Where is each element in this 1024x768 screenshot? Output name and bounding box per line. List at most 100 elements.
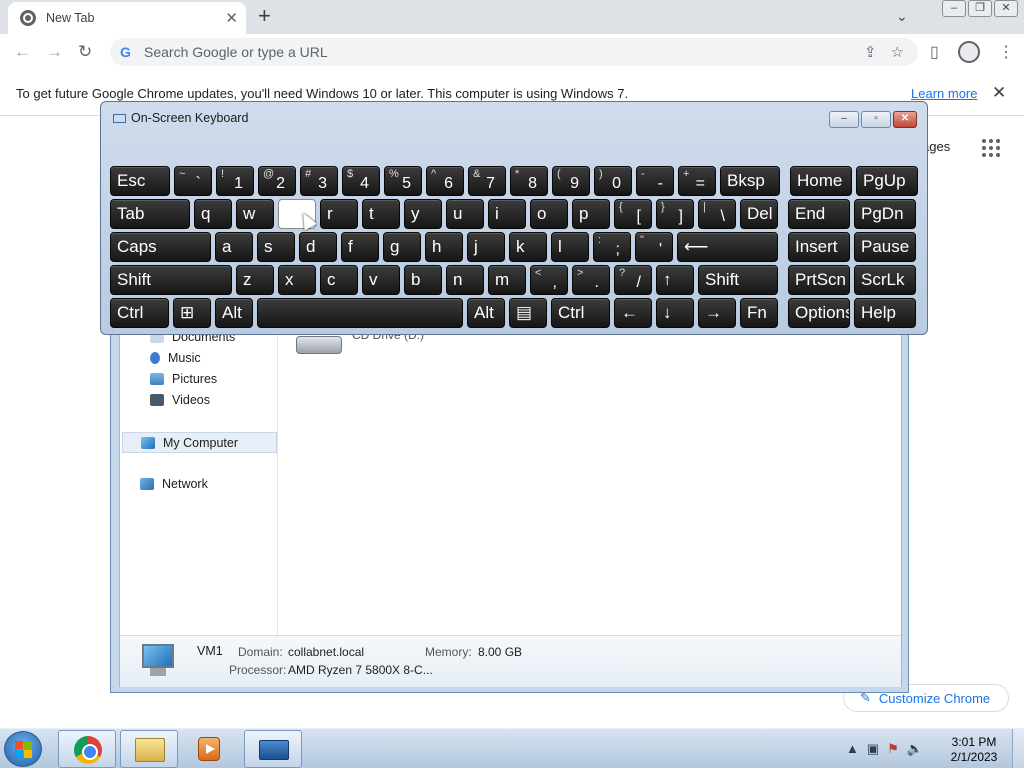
tab-new-tab[interactable]: New Tab ✕ xyxy=(8,2,246,34)
key-k[interactable]: k xyxy=(509,232,547,262)
key-8[interactable]: * 8 xyxy=(510,166,548,196)
bookmark-star-icon[interactable]: ☆ xyxy=(891,43,904,61)
omnibox[interactable]: G Search Google or type a URL ⇪ ☆ xyxy=(110,38,918,66)
key-symbol[interactable]: {[ xyxy=(614,199,652,229)
key-0[interactable]: ) 0 xyxy=(594,166,632,196)
taskbar-media-player[interactable] xyxy=(180,730,238,768)
key-end[interactable]: End xyxy=(788,199,850,229)
key-alt[interactable]: Alt xyxy=(467,298,505,328)
learn-more-link[interactable]: Learn more xyxy=(911,86,977,101)
key-c[interactable]: c xyxy=(320,265,358,295)
key-w[interactable]: w xyxy=(236,199,274,229)
key-z[interactable]: z xyxy=(236,265,274,295)
key-v[interactable]: v xyxy=(362,265,400,295)
nav-item-my-computer[interactable]: My Computer xyxy=(122,432,277,453)
close-button[interactable]: ✕ xyxy=(994,0,1018,17)
key-symbol[interactable]: + = xyxy=(678,166,716,196)
osk-restore-button[interactable]: ▫ xyxy=(861,111,891,128)
key-symbol[interactable]: → xyxy=(698,298,736,328)
new-tab-button[interactable]: + xyxy=(258,5,271,27)
action-center-flag-icon[interactable]: ⚑ xyxy=(887,741,899,757)
key-insert[interactable]: Insert xyxy=(788,232,850,262)
show-desktop-button[interactable] xyxy=(1012,729,1024,768)
key-t[interactable]: t xyxy=(362,199,400,229)
key-del[interactable]: Del xyxy=(740,199,778,229)
key-d[interactable]: d xyxy=(299,232,337,262)
key-n[interactable]: n xyxy=(446,265,484,295)
key-tab[interactable]: Tab xyxy=(110,199,190,229)
volume-icon[interactable]: 🔈 xyxy=(907,741,923,757)
key-symbol[interactable]: ↓ xyxy=(656,298,694,328)
key-g[interactable]: g xyxy=(383,232,421,262)
key-f[interactable]: f xyxy=(341,232,379,262)
clock[interactable]: 3:01 PM 2/1/2023 xyxy=(944,735,1004,765)
forward-arrow-icon[interactable]: → xyxy=(46,42,63,62)
key-4[interactable]: $4 xyxy=(342,166,380,196)
key-3[interactable]: #3 xyxy=(300,166,338,196)
taskbar-explorer[interactable] xyxy=(120,730,178,768)
start-button[interactable] xyxy=(4,731,42,767)
key-alt[interactable]: Alt xyxy=(215,298,253,328)
google-apps-icon[interactable] xyxy=(982,139,1000,157)
key-ctrl[interactable]: Ctrl xyxy=(110,298,169,328)
profile-avatar-icon[interactable] xyxy=(958,41,980,63)
key-pgup[interactable]: PgUp xyxy=(856,166,918,196)
key-symbol[interactable]: ? / xyxy=(614,265,652,295)
key-bksp[interactable]: Bksp xyxy=(720,166,780,196)
taskbar-osk[interactable] xyxy=(244,730,302,768)
tab-close-icon[interactable]: ✕ xyxy=(225,9,238,27)
key-9[interactable]: (9 xyxy=(552,166,590,196)
back-arrow-icon[interactable]: ← xyxy=(14,42,31,62)
key-prtscn[interactable]: PrtScn xyxy=(788,265,850,295)
key-symbol[interactable]: " ' xyxy=(635,232,673,262)
key-o[interactable]: o xyxy=(530,199,568,229)
key-h[interactable]: h xyxy=(425,232,463,262)
key-symbol[interactable]: ▤ xyxy=(509,298,547,328)
key-options[interactable]: Options xyxy=(788,298,850,328)
key-r[interactable]: r xyxy=(320,199,358,229)
key-a[interactable]: a xyxy=(215,232,253,262)
key-2[interactable]: @2 xyxy=(258,166,296,196)
key-symbol[interactable]: | \ xyxy=(698,199,736,229)
key-symbol[interactable]: >. xyxy=(572,265,610,295)
key-y[interactable]: y xyxy=(404,199,442,229)
omnibox-placeholder[interactable]: Search Google or type a URL xyxy=(144,44,864,60)
nav-item-music[interactable]: Music xyxy=(150,351,201,365)
key-symbol[interactable]: <, xyxy=(530,265,568,295)
key-u[interactable]: u xyxy=(446,199,484,229)
key-pgdn[interactable]: PgDn xyxy=(854,199,916,229)
key-esc[interactable]: Esc xyxy=(110,166,170,196)
key-shift[interactable]: Shift xyxy=(698,265,778,295)
key-x[interactable]: x xyxy=(278,265,316,295)
key-p[interactable]: p xyxy=(572,199,610,229)
reload-icon[interactable]: ↻ xyxy=(78,42,92,62)
key-i[interactable]: i xyxy=(488,199,526,229)
key-caps[interactable]: Caps xyxy=(110,232,211,262)
key-q[interactable]: q xyxy=(194,199,232,229)
restore-button[interactable]: ❐ xyxy=(968,0,992,17)
side-panel-icon[interactable]: ▯ xyxy=(930,42,939,62)
nav-item-videos[interactable]: Videos xyxy=(150,393,210,407)
nav-item-pictures[interactable]: Pictures xyxy=(150,372,217,386)
key-scrlk[interactable]: ScrLk xyxy=(854,265,916,295)
tray-chevron-icon[interactable]: ▲ xyxy=(846,741,859,757)
key-7[interactable]: & 7 xyxy=(468,166,506,196)
osk-close-button[interactable]: ✕ xyxy=(893,111,917,128)
osk-minimize-button[interactable]: – xyxy=(829,111,859,128)
taskbar-chrome[interactable] xyxy=(58,730,116,768)
minimize-button[interactable]: – xyxy=(942,0,966,17)
key-j[interactable]: j xyxy=(467,232,505,262)
cd-drive-icon[interactable] xyxy=(296,332,342,356)
share-icon[interactable]: ⇪ xyxy=(864,43,877,61)
key-1[interactable]: ! 1 xyxy=(216,166,254,196)
key-s[interactable]: s xyxy=(257,232,295,262)
key-6[interactable]: ^ 6 xyxy=(426,166,464,196)
key-m[interactable]: m xyxy=(488,265,526,295)
key-symbol[interactable]: -- xyxy=(636,166,674,196)
key-b[interactable]: b xyxy=(404,265,442,295)
key-ctrl[interactable]: Ctrl xyxy=(551,298,610,328)
network-tray-icon[interactable]: ▣ xyxy=(867,741,879,757)
key-symbol[interactable]: ~ ` xyxy=(174,166,212,196)
key-symbol[interactable]: }] xyxy=(656,199,694,229)
key-space[interactable] xyxy=(257,298,463,328)
